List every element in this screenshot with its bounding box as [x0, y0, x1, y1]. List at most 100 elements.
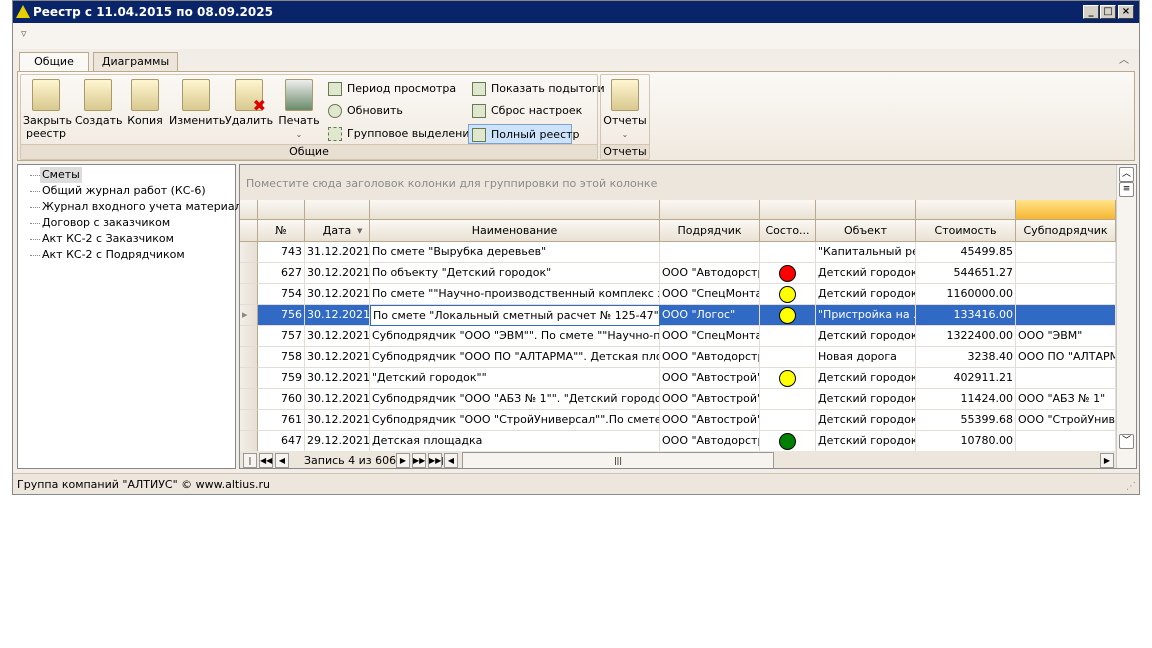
cell-cost[interactable]: 402911.21 — [916, 368, 1016, 389]
cell-date[interactable]: 30.12.2021 — [305, 326, 370, 347]
cell-object[interactable]: Детский городок — [816, 368, 916, 389]
cell-status[interactable] — [760, 389, 816, 410]
cell-status[interactable] — [760, 410, 816, 431]
cell-cost[interactable]: 1160000.00 — [916, 284, 1016, 305]
close-button[interactable]: × — [1118, 5, 1134, 19]
next-record-button[interactable]: ▶ — [396, 453, 410, 468]
create-button[interactable]: Создать — [75, 79, 123, 127]
column-header[interactable]: Состо... — [760, 220, 816, 242]
cell-date[interactable]: 30.12.2021 — [305, 368, 370, 389]
row-indicator-header[interactable] — [240, 220, 258, 242]
last-record-button[interactable]: ▶▶| — [428, 453, 444, 468]
cell-contractor[interactable]: ООО "Автострой" — [660, 410, 760, 431]
row-indicator[interactable] — [240, 326, 258, 347]
cell-object[interactable]: Детский городок — [816, 410, 916, 431]
table-row[interactable]: 743 31.12.2021 По смете "Вырубка деревьев"… — [240, 242, 1116, 263]
cell-subcontractor[interactable]: ООО ПО "АЛТАРМА" — [1016, 347, 1116, 368]
cell-number[interactable]: 757 — [258, 326, 305, 347]
scroll-right-button[interactable]: ▶ — [1100, 453, 1114, 468]
table-row[interactable]: 627 30.12.2021 По объекту "Детский городок… — [240, 263, 1116, 284]
cell-number[interactable]: 754 — [258, 284, 305, 305]
tree-item[interactable]: Общий журнал работ (КС-6) — [42, 183, 206, 199]
scroll-left-button[interactable]: ◀ — [444, 453, 458, 468]
cell-name[interactable]: По объекту "Детский городок" — [370, 263, 660, 284]
maximize-button[interactable]: □ — [1100, 5, 1116, 19]
column-header[interactable]: Подрядчик — [660, 220, 760, 242]
refresh-button[interactable]: Обновить — [325, 101, 403, 121]
next-page-button[interactable]: ▶▶ — [412, 453, 426, 468]
reset-settings-button[interactable]: Сброс настроек — [469, 101, 582, 121]
close-registry-button[interactable]: Закрыть реестр — [23, 79, 72, 140]
cell-contractor[interactable]: ООО "Автодорстрой" — [660, 431, 760, 452]
row-indicator[interactable] — [240, 242, 258, 263]
cell-date[interactable]: 30.12.2021 — [305, 410, 370, 431]
row-indicator[interactable] — [240, 284, 258, 305]
collapse-ribbon-icon[interactable]: ︿ — [1119, 51, 1129, 66]
horizontal-scroll-thumb[interactable]: ||| — [462, 452, 774, 468]
column-header[interactable]: Объект — [816, 220, 916, 242]
cell-subcontractor[interactable]: ООО "СтройУниверсал" — [1016, 410, 1116, 431]
cell-date[interactable]: 30.12.2021 — [305, 284, 370, 305]
cell-object[interactable]: Детский городок — [816, 326, 916, 347]
cell-contractor[interactable]: ООО "Автодорстрой" — [660, 347, 760, 368]
cell-status[interactable] — [760, 431, 816, 452]
cell-subcontractor[interactable] — [1016, 305, 1116, 326]
cell-object[interactable]: "Капитальный ремонт — [816, 242, 916, 263]
table-row[interactable]: 758 30.12.2021 Субподрядчик "ООО ПО "АЛТАР… — [240, 347, 1116, 368]
row-indicator[interactable]: ▸ — [240, 305, 258, 326]
cell-name[interactable]: По смете ""Научно-производственный компл… — [370, 284, 660, 305]
cell-status[interactable] — [760, 326, 816, 347]
cell-contractor[interactable]: ООО "СпецМонтажКом" — [660, 284, 760, 305]
column-header[interactable]: Наименование — [370, 220, 660, 242]
table-row[interactable]: 757 30.12.2021 Субподрядчик "ООО "ЭВМ"". П… — [240, 326, 1116, 347]
cell-name[interactable]: Субподрядчик "ООО "ЭВМ"". По смете ""Нау… — [370, 326, 660, 347]
cell-number[interactable]: 647 — [258, 431, 305, 452]
group-by-panel[interactable]: Поместите сюда заголовок колонки для гру… — [240, 165, 1116, 200]
cell-contractor[interactable]: ООО "Логос" — [660, 305, 760, 326]
row-indicator[interactable] — [240, 347, 258, 368]
cell-subcontractor[interactable] — [1016, 284, 1116, 305]
cell-date[interactable]: 30.12.2021 — [305, 263, 370, 284]
column-header[interactable]: Стоимость — [916, 220, 1016, 242]
cell-date[interactable]: 29.12.2021 — [305, 431, 370, 452]
cell-object[interactable]: Детский городок — [816, 284, 916, 305]
tree-item[interactable]: Журнал входного учета материалов — [42, 199, 255, 215]
cell-date[interactable]: 30.12.2021 — [305, 305, 370, 326]
cell-subcontractor[interactable]: ООО "ЭВМ" — [1016, 326, 1116, 347]
cell-object[interactable]: Новая дорога — [816, 347, 916, 368]
tree-item[interactable]: Акт КС-2 с Подрядчиком — [42, 247, 185, 263]
edit-button[interactable]: Изменить — [169, 79, 225, 127]
delete-button[interactable]: ✖ Удалить — [225, 79, 273, 127]
cell-cost[interactable]: 1322400.00 — [916, 326, 1016, 347]
sort-descending-icon[interactable]: ▼ — [357, 227, 362, 235]
cell-number[interactable]: 743 — [258, 242, 305, 263]
cell-name[interactable]: Детская площадка — [370, 431, 660, 452]
cell-number[interactable]: 627 — [258, 263, 305, 284]
tree-item[interactable]: Акт КС-2 с Заказчиком — [42, 231, 174, 247]
cell-number[interactable]: 761 — [258, 410, 305, 431]
scroll-up-button[interactable]: ︿ — [1119, 167, 1134, 182]
cell-number[interactable]: 758 — [258, 347, 305, 368]
cell-status[interactable] — [760, 263, 816, 284]
cell-name[interactable]: Субподрядчик "ООО ПО "АЛТАРМА"". Детская… — [370, 347, 660, 368]
cell-contractor[interactable] — [660, 242, 760, 263]
full-registry-button[interactable]: Полный реестр — [468, 124, 580, 144]
cell-contractor[interactable]: ООО "Автодорстрой" — [660, 263, 760, 284]
cell-status[interactable] — [760, 368, 816, 389]
group-select-button[interactable]: Групповое выделение — [325, 124, 476, 144]
cell-name[interactable]: "Детский городок"" — [370, 368, 660, 389]
cell-subcontractor[interactable] — [1016, 263, 1116, 284]
vertical-scrollbar[interactable]: ︿ ≡ ﹀ — [1116, 165, 1136, 468]
cell-cost[interactable]: 45499.85 — [916, 242, 1016, 263]
cell-object[interactable]: "Пристройка на ... — [816, 305, 916, 326]
table-row[interactable]: ▸ 756 30.12.2021 По смете "Локальный сметны… — [240, 305, 1116, 326]
first-record-button[interactable]: |◀◀ — [243, 453, 257, 468]
table-row[interactable]: 647 29.12.2021 Детская площадка ООО "Автодо… — [240, 431, 1116, 452]
cell-name[interactable]: По смете "Вырубка деревьев" — [370, 242, 660, 263]
cell-subcontractor[interactable] — [1016, 368, 1116, 389]
copy-button[interactable]: Копия — [125, 79, 165, 127]
row-indicator[interactable] — [240, 410, 258, 431]
cell-cost[interactable]: 10780.00 — [916, 431, 1016, 452]
cell-contractor[interactable]: ООО "Автострой" — [660, 389, 760, 410]
cell-object[interactable]: Детский городок — [816, 263, 916, 284]
